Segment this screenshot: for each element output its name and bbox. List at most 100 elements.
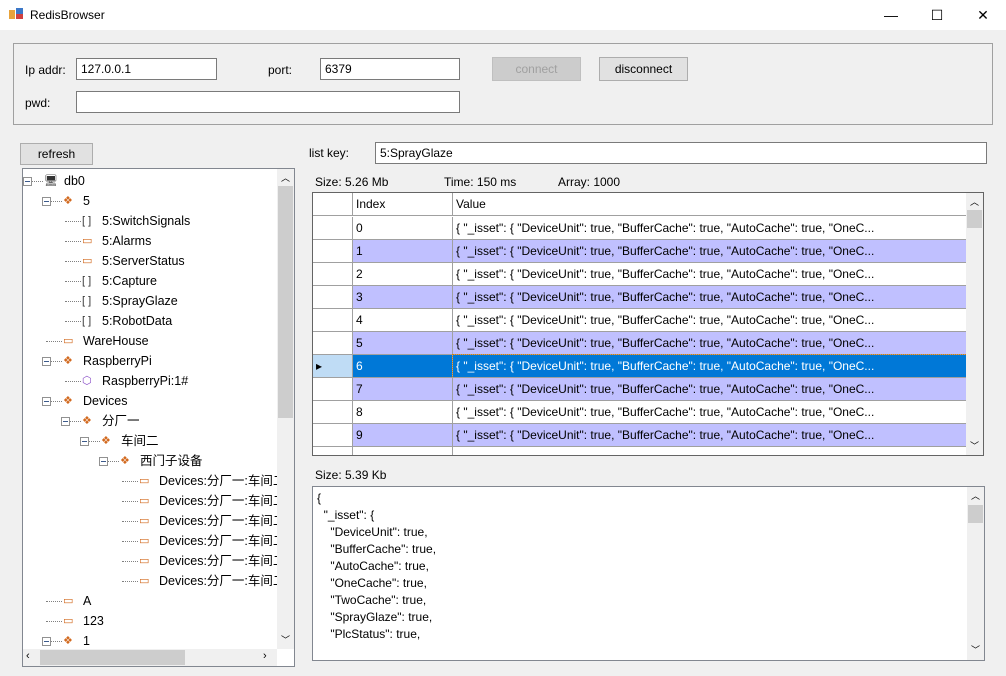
tree-node[interactable]: ❖ RaspberryPi [23,351,277,371]
collapse-toggle-icon[interactable] [23,177,32,186]
minimize-button[interactable]: — [868,0,914,30]
tree-node[interactable]: ⬡ RaspberryPi:1# [23,371,277,391]
collapse-toggle-icon[interactable] [42,397,51,406]
collapse-toggle-icon[interactable] [42,637,51,646]
tree-node[interactable]: ❖ 5 [23,191,277,211]
tree-node[interactable]: ❖ 1 [23,631,277,651]
index-cell[interactable]: 1 [353,240,453,263]
index-cell[interactable]: 4 [353,309,453,332]
row-header[interactable] [313,240,353,263]
collapse-toggle-icon[interactable] [80,437,89,446]
index-cell[interactable] [353,447,453,455]
current-row-indicator-icon[interactable]: ▸ [313,355,353,378]
tree-node[interactable]: ▭ Devices:分厂一:车间二 [23,471,285,491]
value-cell[interactable]: { "_isset": { "DeviceUnit": true, "Buffe… [453,332,967,355]
value-cell[interactable]: { "_isset": { "DeviceUnit": true, "Buffe… [453,240,967,263]
row-header[interactable] [313,332,353,355]
tree-node[interactable]: ▭ 123 [23,611,277,631]
row-header-corner [313,193,353,216]
index-cell[interactable]: 9 [353,424,453,447]
key-tree[interactable]: 🖥 db0 ❖ 5[ ] 5:SwitchSignals ▭ 5:Alarms ▭ 5:Serv… [22,168,295,667]
connect-button[interactable]: connect [492,57,581,81]
tree-node[interactable]: ❖ 车间二 [23,431,277,451]
tree-node[interactable]: ▭ Devices:分厂一:车间二 [23,491,285,511]
value-textarea[interactable]: { "_isset": { "DeviceUnit": true, "Buffe… [312,486,985,661]
value-cell[interactable] [453,447,967,455]
scroll-down-icon[interactable]: ﹀ [970,439,979,452]
tree-node[interactable]: ❖ 分厂一 [23,411,277,431]
grid-scroll-thumb[interactable] [967,210,982,228]
grid-vertical-scrollbar[interactable]: ︿ ﹀ [966,193,983,455]
tree-node[interactable]: [ ] 5:RobotData [23,311,277,331]
tree-scroll-thumb[interactable] [278,186,293,418]
tree-node[interactable]: [ ] 5:Capture [23,271,277,291]
detail-scroll-thumb[interactable] [968,505,983,523]
collapse-toggle-icon[interactable] [61,417,70,426]
row-header[interactable] [313,424,353,447]
detail-vertical-scrollbar[interactable]: ︿ ﹀ [967,487,984,660]
ip-input[interactable] [76,58,217,80]
index-cell[interactable]: 0 [353,217,453,240]
index-cell[interactable]: 6 [353,355,453,378]
port-input[interactable] [320,58,460,80]
scroll-up-icon[interactable]: ︿ [971,489,980,502]
row-header[interactable] [313,309,353,332]
tree-node[interactable]: ▭ Devices:分厂一:车间二 [23,551,285,571]
scroll-down-icon[interactable]: ﹀ [281,633,290,646]
collapse-toggle-icon[interactable] [99,457,108,466]
list-grid[interactable]: Index Value 0{ "_isset": { "DeviceUnit":… [312,192,984,456]
tree-node[interactable]: [ ] 5:SprayGlaze [23,291,277,311]
tree-node[interactable]: ▭ WareHouse [23,331,277,351]
tree-vertical-scrollbar[interactable]: ︿ ﹀ [277,169,294,649]
index-cell[interactable]: 3 [353,286,453,309]
value-line: "OneCache": true, [317,576,427,590]
maximize-button[interactable]: ☐ [914,0,960,30]
list-key-input[interactable] [375,142,987,164]
row-header[interactable] [313,263,353,286]
refresh-button[interactable]: refresh [20,143,93,165]
tree-node[interactable]: ▭ Devices:分厂一:车间二 [23,531,285,551]
tree-node[interactable]: ▭ 5:ServerStatus [23,251,277,271]
row-header[interactable] [313,401,353,424]
disconnect-button[interactable]: disconnect [599,57,688,81]
value-cell[interactable]: { "_isset": { "DeviceUnit": true, "Buffe… [453,263,967,286]
close-button[interactable]: ✕ [960,0,1006,30]
index-cell[interactable]: 2 [353,263,453,286]
index-cell[interactable]: 7 [353,378,453,401]
tree-node[interactable]: ▭ 5:Alarms [23,231,277,251]
value-cell[interactable]: { "_isset": { "DeviceUnit": true, "Buffe… [453,378,967,401]
row-header[interactable] [313,217,353,240]
tree-node-label: db0 [64,174,85,188]
value-cell[interactable]: { "_isset": { "DeviceUnit": true, "Buffe… [453,217,967,240]
tree-node[interactable]: ❖ 西门子设备 [23,451,277,471]
value-cell[interactable]: { "_isset": { "DeviceUnit": true, "Buffe… [453,309,967,332]
value-cell[interactable]: { "_isset": { "DeviceUnit": true, "Buffe… [453,424,967,447]
scroll-up-icon[interactable]: ︿ [281,171,290,184]
collapse-toggle-icon[interactable] [42,357,51,366]
tree-node[interactable]: 🖥 db0 [23,171,277,191]
column-header-index[interactable]: Index [353,193,453,216]
value-cell[interactable]: { "_isset": { "DeviceUnit": true, "Buffe… [452,354,968,379]
row-header[interactable] [313,447,353,455]
index-cell[interactable]: 8 [353,401,453,424]
value-cell[interactable]: { "_isset": { "DeviceUnit": true, "Buffe… [453,401,967,424]
pwd-input[interactable] [76,91,460,113]
tree-node[interactable]: [ ] 5:SwitchSignals [23,211,277,231]
scroll-left-icon[interactable]: ‹ [26,650,30,662]
value-cell[interactable]: { "_isset": { "DeviceUnit": true, "Buffe… [453,286,967,309]
column-header-value[interactable]: Value [453,193,967,216]
tree-hscroll-thumb[interactable] [40,650,185,665]
row-header[interactable] [313,378,353,401]
tree-node[interactable]: ❖ Devices [23,391,277,411]
tree-node[interactable]: ▭ A [23,591,277,611]
index-cell[interactable]: 5 [353,332,453,355]
scroll-down-icon[interactable]: ﹀ [971,643,980,656]
tree-horizontal-scrollbar[interactable]: ‹ › [23,649,277,666]
scroll-up-icon[interactable]: ︿ [970,195,979,208]
row-header[interactable] [313,286,353,309]
tree-node[interactable]: ▭ Devices:分厂一:车间二 [23,571,285,591]
tree-node[interactable]: ▭ Devices:分厂一:车间二 [23,511,285,531]
collapse-toggle-icon[interactable] [42,197,51,206]
scroll-right-icon[interactable]: › [263,650,267,662]
tree-connector [122,501,138,502]
